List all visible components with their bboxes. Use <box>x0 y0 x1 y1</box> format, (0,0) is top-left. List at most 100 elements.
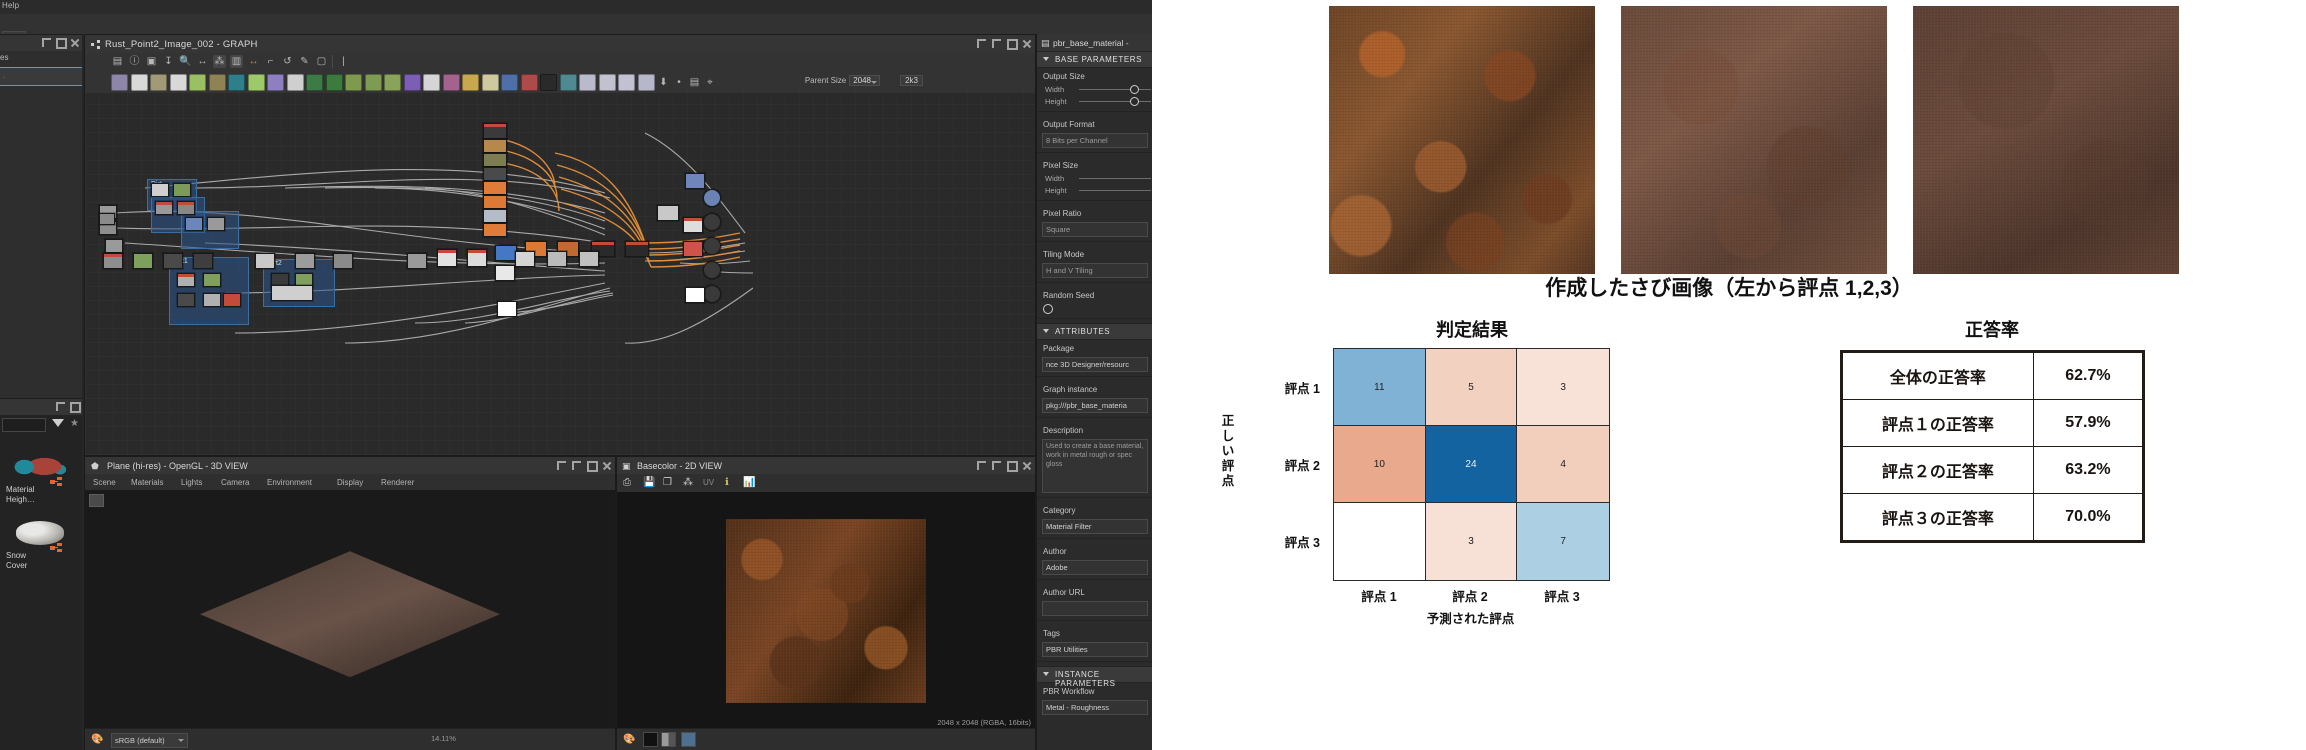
parent-size-control[interactable]: Parent Size 2048 <box>805 75 880 86</box>
fx-node-icon[interactable] <box>559 74 577 91</box>
dock-icon[interactable] <box>572 461 581 470</box>
splatter-node-icon[interactable] <box>325 74 343 91</box>
dock-icon[interactable] <box>42 38 51 47</box>
graph-node[interactable] <box>495 245 517 261</box>
mirror-node-icon[interactable] <box>462 74 479 91</box>
graph-node[interactable] <box>683 217 703 233</box>
view-3d-window-buttons[interactable] <box>557 461 611 472</box>
menu-lights[interactable]: Lights <box>181 478 202 487</box>
graph-output-node[interactable] <box>703 261 721 279</box>
graph-canvas[interactable]: Dirt Dirt1 Dirt2 <box>85 93 1035 455</box>
cursor-icon[interactable]: ↧ <box>162 55 175 68</box>
list-item[interactable]: Snow Cover <box>0 517 82 571</box>
section-base-parameters[interactable]: BASE PARAMETERS <box>1037 51 1152 68</box>
dock-icon[interactable] <box>56 402 65 411</box>
graph-node[interactable] <box>207 217 225 231</box>
node-icon[interactable]: ▢ <box>315 55 328 68</box>
graph-toolbar-icons[interactable]: ▤ ⓘ ▣ ↧ 🔍 ↔ ⁂ ▥ ↔ ⌐ ↺ ✎ ▢ | <box>111 55 350 68</box>
graph-toolbar-primary[interactable]: ▤ ⓘ ▣ ↧ 🔍 ↔ ⁂ ▥ ↔ ⌐ ↺ ✎ ▢ | <box>85 53 1035 72</box>
graph-node[interactable] <box>483 209 507 223</box>
package-field[interactable]: nce 3D Designer/resourc <box>1042 357 1148 372</box>
graph-view-icon[interactable]: ⁂ <box>213 55 226 68</box>
pin-icon[interactable] <box>557 461 566 470</box>
list-item[interactable]: Material Heigh… <box>0 451 82 505</box>
curve-node-icon[interactable] <box>189 74 206 91</box>
menu-display[interactable]: Display <box>337 478 363 487</box>
graph-node[interactable] <box>155 201 173 215</box>
noise-node-icon[interactable] <box>423 74 440 91</box>
maximize-icon[interactable] <box>70 402 81 413</box>
gradient-node-icon[interactable] <box>247 74 265 91</box>
pixel-size-height-slider[interactable]: Height <box>1037 184 1152 196</box>
blend-node-icon[interactable] <box>150 74 167 91</box>
graph-node[interactable] <box>625 241 649 257</box>
maximize-icon[interactable] <box>587 461 598 472</box>
view-3d-viewport[interactable] <box>85 490 615 729</box>
color-node-icon[interactable] <box>520 74 538 91</box>
graph-node[interactable] <box>103 253 123 269</box>
zoom-level[interactable]: 14.11% <box>431 734 456 743</box>
output-node-icon[interactable] <box>579 74 596 91</box>
ao-node-icon[interactable] <box>384 74 401 91</box>
levels-node-icon[interactable] <box>208 74 226 91</box>
channel-rgb-swatch[interactable] <box>643 732 658 747</box>
frame-node-icon[interactable] <box>618 74 635 91</box>
save-icon[interactable]: 💾 <box>643 477 655 488</box>
new-graph-icon[interactable]: ▤ <box>111 55 124 68</box>
gradientmap-node-icon[interactable] <box>501 74 518 91</box>
grid-icon[interactable]: ▥ <box>230 55 243 68</box>
pattern-node-icon[interactable] <box>442 74 460 91</box>
menu-materials[interactable]: Materials <box>131 478 163 487</box>
graph-node[interactable] <box>483 223 507 237</box>
close-icon[interactable] <box>1022 39 1031 48</box>
graph-node[interactable] <box>579 251 599 267</box>
edit-icon[interactable]: ✎ <box>298 55 311 68</box>
graph-node[interactable] <box>547 251 567 267</box>
graph-node[interactable] <box>295 253 315 269</box>
graph-node[interactable] <box>133 253 153 269</box>
graph-node[interactable] <box>177 293 195 307</box>
uv-select[interactable]: UV <box>703 478 714 487</box>
svg-node-icon[interactable] <box>130 74 148 91</box>
colorspace-select[interactable]: sRGB (default) <box>111 733 188 748</box>
graph-node[interactable] <box>177 273 195 287</box>
graph-node[interactable] <box>685 173 705 189</box>
author-url-field[interactable] <box>1042 601 1148 616</box>
zoom-icon[interactable]: 🔍 <box>179 55 192 68</box>
pan-icon[interactable]: ↔ <box>196 55 209 68</box>
input-node-icon[interactable] <box>598 74 616 91</box>
close-icon[interactable] <box>602 461 611 470</box>
channel-preview-swatch[interactable] <box>681 732 696 747</box>
graph-node[interactable] <box>271 285 313 301</box>
view-2d-viewport[interactable] <box>617 492 1035 729</box>
graph-node[interactable] <box>467 249 487 267</box>
graph-node[interactable] <box>407 253 427 269</box>
view-3d-menu[interactable]: Scene Materials Lights Camera Environmen… <box>85 474 615 491</box>
text-node-icon[interactable] <box>481 74 499 91</box>
filter-icon[interactable] <box>52 419 64 427</box>
graph-output-node[interactable] <box>703 213 721 231</box>
viewport-toggle-icon[interactable] <box>89 494 104 507</box>
blur-node-icon[interactable] <box>345 74 362 91</box>
menu-help[interactable]: Help <box>2 1 19 10</box>
graph-node[interactable] <box>185 217 203 231</box>
graph-node[interactable] <box>99 213 115 225</box>
graph-node[interactable] <box>173 183 191 197</box>
dot-node-icon[interactable]: • <box>673 76 686 89</box>
maximize-icon[interactable] <box>56 38 67 49</box>
library-window-buttons[interactable] <box>56 402 81 413</box>
graph-node[interactable] <box>255 253 275 269</box>
graph-node[interactable] <box>203 273 221 287</box>
graph-node[interactable] <box>105 239 123 253</box>
tags-field[interactable]: PBR Utilities <box>1042 642 1148 657</box>
hsl-node-icon[interactable] <box>403 74 421 91</box>
pin-icon[interactable] <box>977 39 986 48</box>
warp-node-icon[interactable] <box>267 74 284 91</box>
graph-instance-field[interactable]: pkg:///pbr_base_materia <box>1042 398 1148 413</box>
info-icon[interactable]: ℹ <box>725 477 729 488</box>
explorer-window-buttons[interactable] <box>42 38 79 49</box>
tile-node-icon[interactable] <box>286 74 304 91</box>
graph-node-icons[interactable]: ⬇ • ▤ ⌖ <box>111 74 717 91</box>
graph-node[interactable] <box>483 139 507 153</box>
pixel-size-width-slider[interactable]: Width <box>1037 172 1152 184</box>
